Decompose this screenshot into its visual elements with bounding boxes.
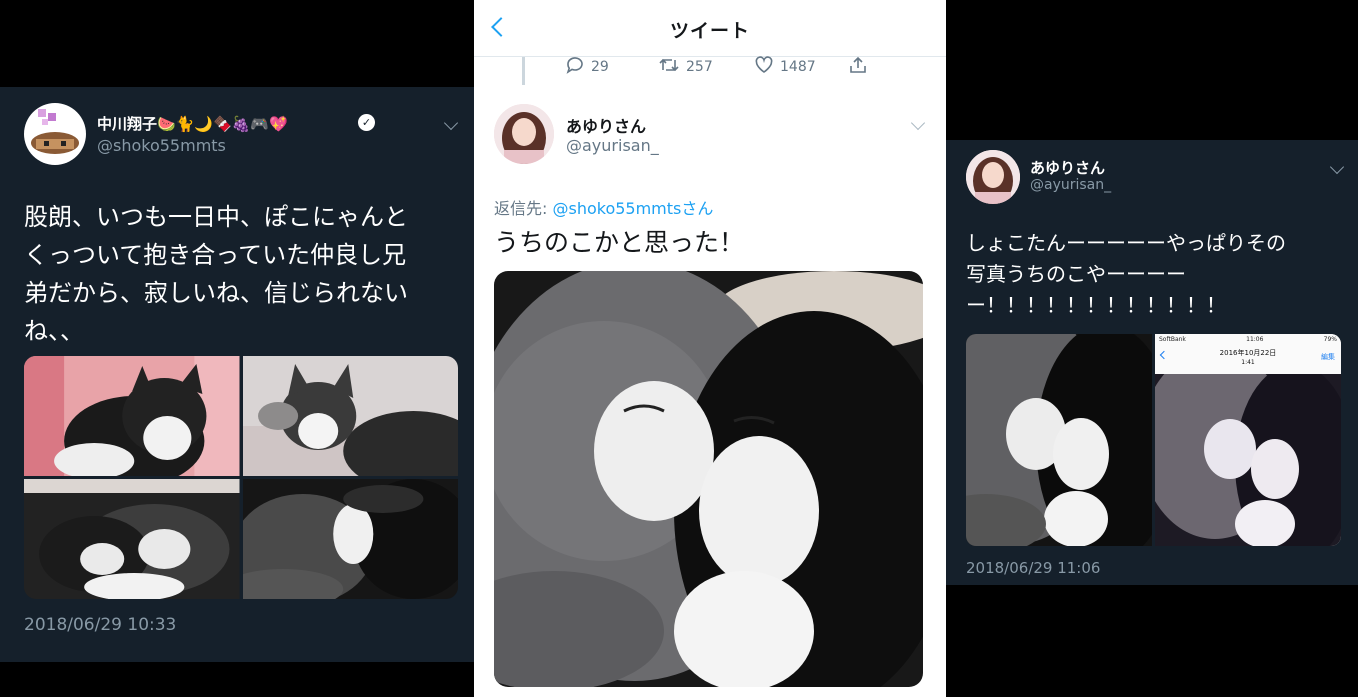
tweet-text: うちのこかと思った！ (494, 228, 745, 257)
chevron-down-icon[interactable] (443, 115, 459, 131)
chevron-down-icon[interactable] (1329, 159, 1345, 175)
share-action[interactable] (848, 56, 868, 78)
heart-icon (754, 55, 774, 79)
avatar[interactable] (494, 104, 554, 164)
cat-photo[interactable] (242, 479, 458, 599)
carrier-label: SoftBank (1159, 335, 1186, 343)
battery-label: 79% (1323, 335, 1337, 343)
cat-photo[interactable] (24, 479, 240, 599)
tweet-text-line: ー！！！！！！！！！！！！ (966, 293, 1226, 317)
cat-photo[interactable] (242, 356, 458, 476)
avatar[interactable] (24, 103, 86, 165)
tweet-timestamp[interactable]: 2018/06/29 11:06 (966, 559, 1100, 577)
reply-action[interactable]: 29 (565, 56, 609, 78)
user-handle[interactable]: @ayurisan_ (1030, 177, 1111, 193)
tweet-timestamp[interactable]: 2018/06/29 10:33 (24, 615, 176, 635)
photo-grid (24, 356, 458, 599)
tweet-text-line: くっついて抱き合っていた仲良し兄 (24, 241, 407, 269)
reply-icon (565, 55, 585, 79)
reply-to-mention[interactable]: @shoko55mmtsさん (552, 199, 713, 218)
tweet-text-line: 弟だから、寂しいね、信じられない (24, 279, 408, 307)
right-tweet-card: あゆりさん @ayurisan_ しょこたんーーーーーやっぱりその 写真うちのこ… (946, 140, 1358, 585)
clock-label: 11:06 (1246, 335, 1264, 343)
verified-badge-icon: ✓ (358, 114, 375, 131)
retweet-icon (658, 55, 680, 79)
avatar[interactable] (966, 150, 1020, 204)
tweet-text: 股朗、いつも一日中、ぽこにゃんと くっついて抱き合っていた仲良し兄 弟だから、寂… (24, 198, 408, 350)
tweet-text-line: しょこたんーーーーーやっぱりその (966, 231, 1286, 255)
user-handle[interactable]: @shoko55mmts (97, 136, 226, 155)
retweet-count: 257 (686, 59, 713, 75)
cat-photo[interactable] (24, 356, 240, 476)
display-name[interactable]: あゆりさん (1030, 157, 1105, 178)
edit-link: 編集 (1321, 353, 1335, 361)
left-tweet-card: 中川翔子🍉🐈🌙🍫🍇🎮💖 ✓ @shoko55mmts 股朗、いつも一日中、ぽこに… (0, 87, 474, 662)
reply-to-line: 返信先: @shoko55mmtsさん (494, 195, 713, 219)
cat-photo[interactable] (494, 271, 923, 687)
cat-photo[interactable] (966, 334, 1152, 546)
tweet-text: しょこたんーーーーーやっぱりその 写真うちのこやーーーー ー！！！！！！！！！！… (966, 228, 1286, 321)
chevron-down-icon[interactable] (910, 115, 926, 131)
reply-to-prefix: 返信先: (494, 199, 553, 218)
tweet-text-line: 股朗、いつも一日中、ぽこにゃんと (24, 203, 408, 231)
reply-count: 29 (591, 59, 609, 75)
photo-time: 1:41 (1241, 359, 1255, 366)
retweet-action[interactable]: 257 (658, 56, 713, 78)
tweet-text-line: 写真うちのこやーーーー (966, 262, 1186, 286)
like-action[interactable]: 1487 (754, 56, 816, 78)
display-name[interactable]: あゆりさん (566, 113, 646, 137)
embedded-phone-screenshot[interactable]: SoftBank 11:06 79% 2016年10月22日 1:41 編集 (1155, 334, 1341, 546)
photo-date: 2016年10月22日 (1219, 349, 1277, 357)
user-handle[interactable]: @ayurisan_ (566, 136, 659, 155)
photos-header: 2016年10月22日 1:41 編集 (1155, 344, 1341, 375)
like-count: 1487 (780, 59, 816, 75)
tweet-text-line: ね、、 (24, 317, 84, 345)
nav-title: ツイート (669, 20, 750, 42)
thread-line (522, 57, 525, 85)
tweet-detail-screen: ツイート 29 257 1487 あゆりさん @ayurisan_ 返信先: @… (474, 0, 946, 697)
display-name[interactable]: 中川翔子🍉🐈🌙🍫🍇🎮💖 (97, 113, 288, 134)
status-bar: SoftBank 11:06 79% (1155, 334, 1341, 344)
photo-grid: SoftBank 11:06 79% 2016年10月22日 1:41 編集 (966, 334, 1341, 546)
share-icon (848, 55, 868, 79)
